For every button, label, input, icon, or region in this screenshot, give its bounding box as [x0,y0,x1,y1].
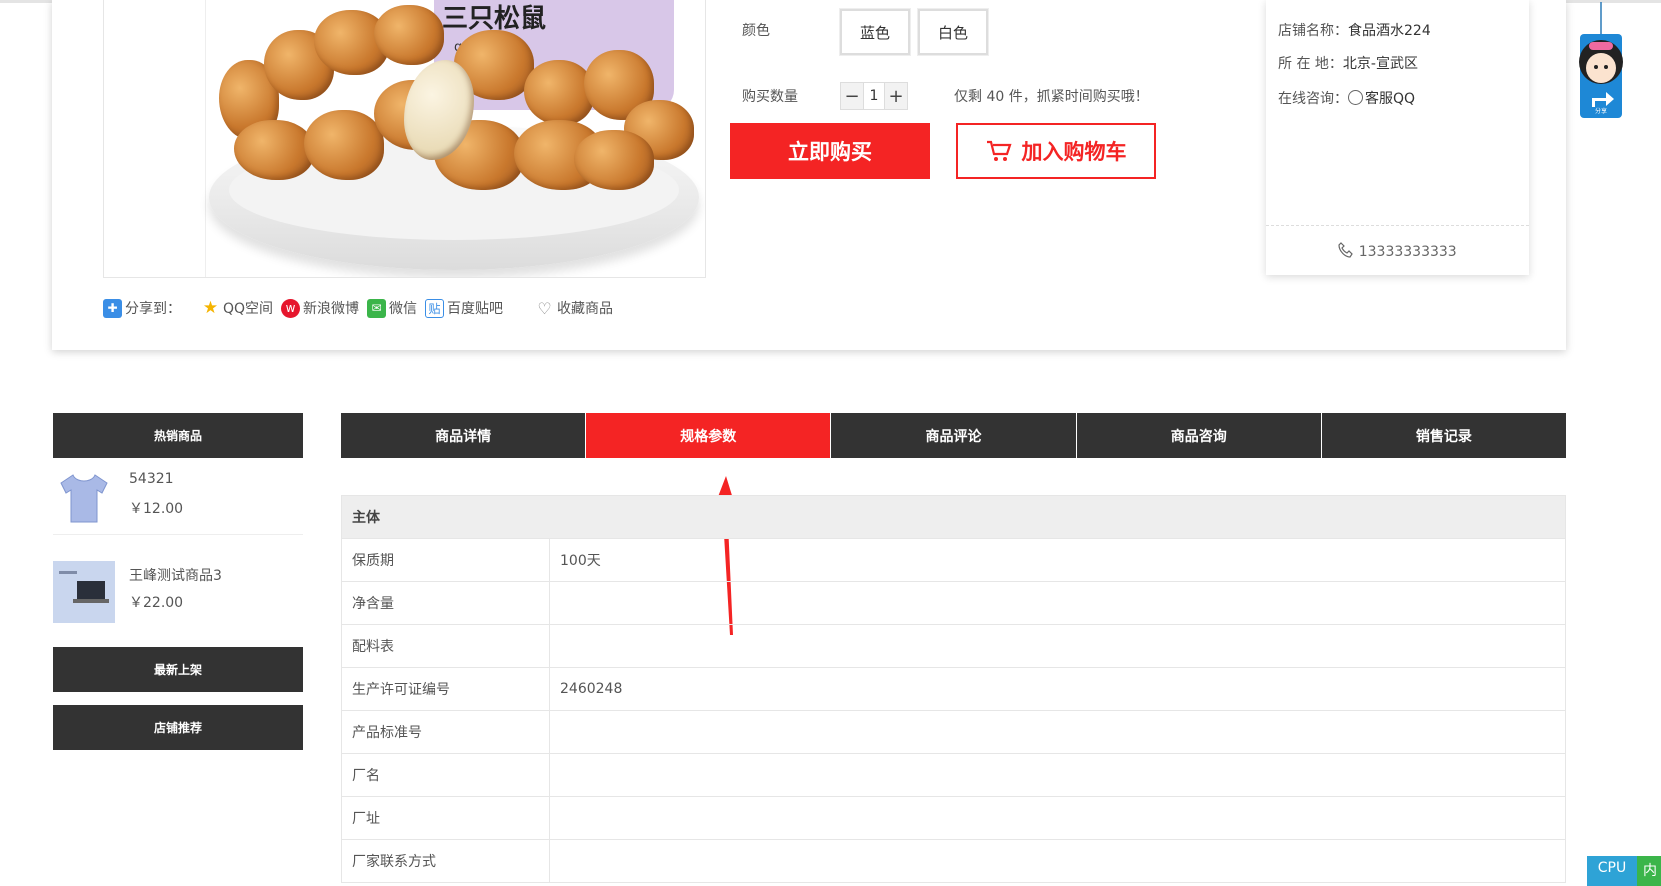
spec-key: 厂家联系方式 [341,839,550,883]
spec-value [549,710,1566,754]
qzone-icon: ★ [202,298,219,318]
spec-value: 2460248 [549,667,1566,711]
share-bar: ✚ 分享到： ★ QQ空间 w 新浪微博 ✉ 微信 贴百度贴吧 ♡ 收藏商品 [103,297,621,319]
thumbnail-strip [104,0,206,277]
tab-sales[interactable]: 销售记录 [1321,413,1567,458]
hot-product-name[interactable]: 54321 [129,471,174,487]
tieba-icon: 贴 [425,298,445,318]
cpu-badge: CPU [1587,856,1637,886]
spec-key: 生产许可证编号 [341,667,550,711]
shop-consult-row: 在线咨询： 客服QQ [1278,90,1416,107]
share-label: ✚ 分享到： [103,298,181,318]
heart-icon: ♡ [537,298,552,318]
color-option-blue[interactable]: 蓝色 [839,8,911,56]
shop-location: 北京-宣武区 [1342,56,1418,72]
weibo-icon: w [281,298,301,318]
table-row: 保质期 100天 [341,538,1566,582]
share-weibo[interactable]: w 新浪微博 [281,298,359,318]
tab-specs[interactable]: 规格参数 [586,413,832,458]
shop-name-row: 店铺名称：食品酒水224 [1278,23,1431,39]
product-tabs: 商品详情 规格参数 商品评论 商品咨询 销售记录 [341,413,1567,458]
shop-divider [1266,225,1529,226]
share-icon: ✚ [103,298,122,318]
floating-share-label: 分享 [1594,108,1607,115]
decrement-button[interactable]: − [841,83,863,109]
hot-product-price: ￥12.00 [129,501,184,517]
spec-key: 净含量 [341,581,550,625]
wechat-icon: ✉ [367,298,387,318]
spec-value [549,753,1566,797]
quantity-input[interactable]: 1 [863,83,885,109]
shop-recommend-header[interactable]: 店铺推荐 [53,705,303,750]
product-gallery: 三只松鼠 quirrels 袋装 [103,0,706,278]
spec-table: 主体 保质期 100天 净含量 配料表 生产许可证编号 2460248 产品标准号 … [341,495,1566,883]
new-arrivals-header[interactable]: 最新上架 [53,647,303,692]
shop-name[interactable]: 食品酒水224 [1348,23,1431,39]
spec-value [549,581,1566,625]
hot-product-name[interactable]: 王峰测试商品3 [129,565,222,585]
hot-product-item[interactable]: 王峰测试商品3 ￥22.00 [53,561,303,629]
table-row: 厂家联系方式 [341,839,1566,883]
spec-value [549,624,1566,668]
spec-key: 产品标准号 [341,710,550,754]
hot-product-price: ￥22.00 [129,595,184,611]
share-tieba[interactable]: 贴百度贴吧 [425,298,503,318]
table-row: 厂址 [341,796,1566,840]
add-to-cart-button[interactable]: 加入购物车 [956,123,1156,179]
table-row: 厂名 [341,753,1566,797]
phone-icon [1338,242,1354,258]
shop-phone: 13333333333 [1266,242,1529,260]
share-qzone[interactable]: ★ QQ空间 [201,298,273,318]
spec-key: 厂址 [341,796,550,840]
spec-key: 厂名 [341,753,550,797]
color-option-white[interactable]: 白色 [917,8,989,56]
increment-button[interactable]: + [885,83,907,109]
memory-badge: 内 [1637,856,1661,886]
spec-group-title: 主体 [341,495,1566,539]
hot-products-header: 热销商品 [53,413,303,458]
add-to-cart-label: 加入购物车 [1021,140,1127,164]
tab-consult[interactable]: 商品咨询 [1076,413,1322,458]
table-row: 产品标准号 [341,710,1566,754]
customer-service-link[interactable]: 客服QQ [1365,91,1415,107]
buy-now-button[interactable]: 立即购买 [730,123,930,179]
table-row: 生产许可证编号 2460248 [341,667,1566,711]
color-label: 颜色 [742,23,770,39]
cart-icon [986,140,1012,161]
favorite-product[interactable]: ♡ 收藏商品 [535,298,613,318]
spec-value [549,839,1566,883]
spec-value: 100天 [549,538,1566,582]
shop-location-row: 所 在 地：北京-宣武区 [1278,56,1418,72]
qq-icon [1348,90,1363,105]
floating-share-widget[interactable]: 分享 [1571,0,1631,120]
spec-value [549,796,1566,840]
spec-group-row: 主体 [341,495,1566,539]
spec-key: 配料表 [341,624,550,668]
table-row: 配料表 [341,624,1566,668]
stock-notice: 仅剩 40 件，抓紧时间购买哦！ [954,89,1149,105]
share-wechat[interactable]: ✉ 微信 [367,298,417,318]
quantity-label: 购买数量 [742,89,798,105]
quantity-stepper: − 1 + [840,82,908,110]
tab-details[interactable]: 商品详情 [341,413,587,458]
tab-reviews[interactable]: 商品评论 [831,413,1077,458]
table-row: 净含量 [341,581,1566,625]
spec-key: 保质期 [341,538,550,582]
product-thumbnail-laptop[interactable] [53,561,115,623]
shop-info-panel: 店铺名称：食品酒水224 所 在 地：北京-宣武区 在线咨询： 客服QQ 1333… [1266,0,1529,275]
product-thumbnail-shirt[interactable] [53,467,115,529]
hot-product-item[interactable]: 54321 ￥12.00 [53,467,303,535]
